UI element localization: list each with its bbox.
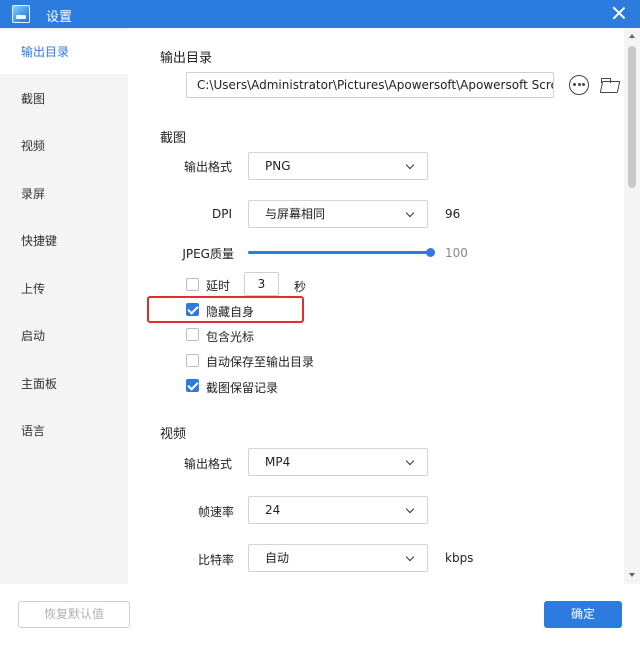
chevron-down-icon [405,456,415,466]
jpeg-quality-slider-track[interactable] [248,251,432,254]
sidebar-item-label: 主面板 [21,377,58,391]
section-title-output: 输出目录 [160,51,213,66]
dpi-value: 与屏幕相同 [265,207,326,221]
sidebar-item-screenshot[interactable]: 截图 [0,77,128,121]
sidebar-item-language[interactable]: 语言 [0,409,128,453]
bitrate-value: 自动 [265,551,290,565]
auto-save-label: 自动保存至输出目录 [206,355,315,369]
dpi-number: 96 [445,207,461,221]
include-cursor-label: 包含光标 [206,330,255,344]
sidebar-item-label: 截图 [21,92,46,106]
hide-self-label: 隐藏自身 [206,305,255,319]
section-title-screenshot: 截图 [160,131,187,146]
screenshot-format-label: 输出格式 [183,160,232,174]
screenshot-format-select[interactable]: PNG [248,152,428,180]
window-title: 设置 [46,10,73,25]
chevron-down-icon [405,552,415,562]
vertical-scrollbar[interactable] [624,28,640,584]
title-bar: 设置 [0,0,640,28]
fps-select[interactable]: 24 [248,496,428,524]
close-icon[interactable] [610,4,628,22]
sidebar-item-startup[interactable]: 启动 [0,314,128,358]
sidebar-item-label: 输出目录 [21,45,70,59]
sidebar-item-label: 语言 [21,424,46,438]
section-title-video: 视频 [160,427,187,442]
keep-history-checkbox[interactable] [186,379,199,392]
output-path-field[interactable]: C:\Users\Administrator\Pictures\Apowerso… [186,72,554,98]
footer: 恢复默认值 确定 [0,584,640,647]
delay-input[interactable]: 3 [244,272,279,296]
sidebar-item-recording[interactable]: 录屏 [0,172,128,216]
video-format-value: MP4 [265,455,291,469]
bitrate-select[interactable]: 自动 [248,544,428,572]
video-format-label: 输出格式 [183,457,232,471]
reset-defaults-button[interactable]: 恢复默认值 [18,601,130,628]
chevron-down-icon [405,160,415,170]
jpeg-quality-slider-thumb[interactable] [426,248,435,257]
jpeg-quality-label: JPEG质量 [182,247,234,261]
bitrate-unit: kbps [445,551,474,565]
sidebar-item-main-panel[interactable]: 主面板 [0,362,128,406]
chevron-down-icon [405,504,415,514]
auto-save-checkbox[interactable] [186,354,199,367]
dpi-select[interactable]: 与屏幕相同 [248,200,428,228]
delay-unit: 秒 [294,280,307,294]
include-cursor-checkbox[interactable] [186,328,199,341]
chevron-down-icon [405,208,415,218]
scrollbar-thumb[interactable] [628,46,636,188]
dpi-label: DPI [211,207,232,221]
keep-history-label: 截图保留记录 [206,381,279,395]
sidebar-item-label: 录屏 [21,187,46,201]
bitrate-label: 比特率 [197,553,234,567]
sidebar-item-label: 视频 [21,139,46,153]
delay-label: 延时 [206,279,231,293]
screenshot-format-value: PNG [265,159,291,173]
ok-button[interactable]: 确定 [544,601,622,628]
sidebar-item-hotkeys[interactable]: 快捷键 [0,219,128,263]
scroll-up-arrow-icon[interactable] [629,34,635,38]
delay-checkbox[interactable] [186,278,199,291]
scroll-down-arrow-icon[interactable] [629,573,635,577]
jpeg-quality-value: 100 [445,246,468,260]
sidebar-item-label: 快捷键 [21,234,58,248]
sidebar-item-upload[interactable]: 上传 [0,267,128,311]
fps-label: 帧速率 [197,505,234,519]
sidebar-item-output-dir[interactable]: 输出目录 [0,30,128,74]
hide-self-checkbox[interactable] [186,303,199,316]
app-logo-icon [12,5,30,23]
sidebar: 输出目录 截图 视频 录屏 快捷键 上传 启动 主面板 语言 [0,28,128,584]
sidebar-item-video[interactable]: 视频 [0,124,128,168]
more-options-icon[interactable] [569,75,589,95]
settings-content: 输出目录 C:\Users\Administrator\Pictures\Apo… [128,28,624,584]
sidebar-item-label: 启动 [21,329,46,343]
folder-icon[interactable] [600,75,620,95]
video-format-select[interactable]: MP4 [248,448,428,476]
fps-value: 24 [265,503,281,517]
sidebar-item-label: 上传 [21,282,46,296]
